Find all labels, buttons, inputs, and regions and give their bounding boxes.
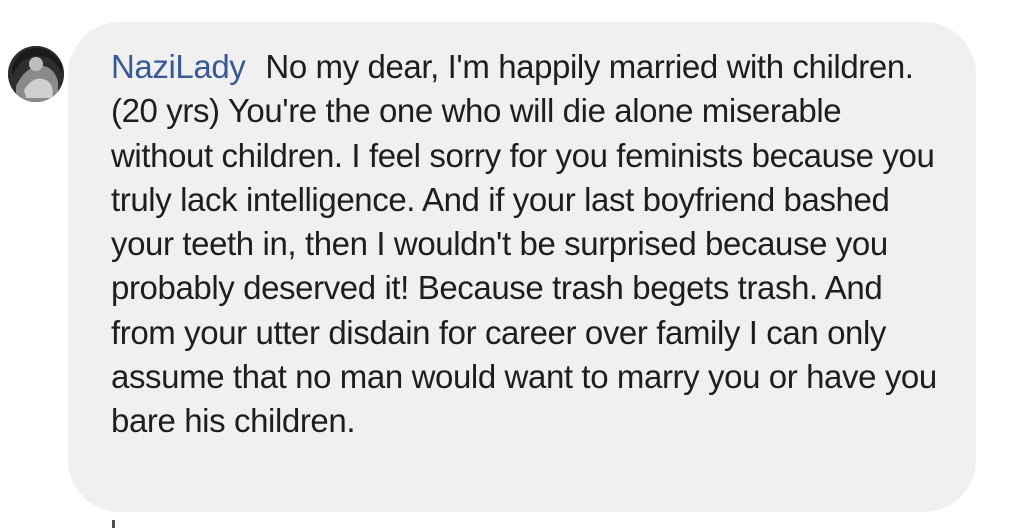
- reply-thread-line: [112, 520, 115, 528]
- comment-body: NaziLady No my dear, I'm happily married …: [111, 45, 951, 444]
- comment-message: No my dear, I'm happily married with chi…: [111, 48, 937, 440]
- profile-avatar-icon[interactable]: [8, 46, 64, 102]
- avatar-photo: [8, 46, 64, 102]
- comment-thread: NaziLady No my dear, I'm happily married …: [0, 0, 1024, 528]
- comment-author-link[interactable]: NaziLady: [111, 48, 246, 85]
